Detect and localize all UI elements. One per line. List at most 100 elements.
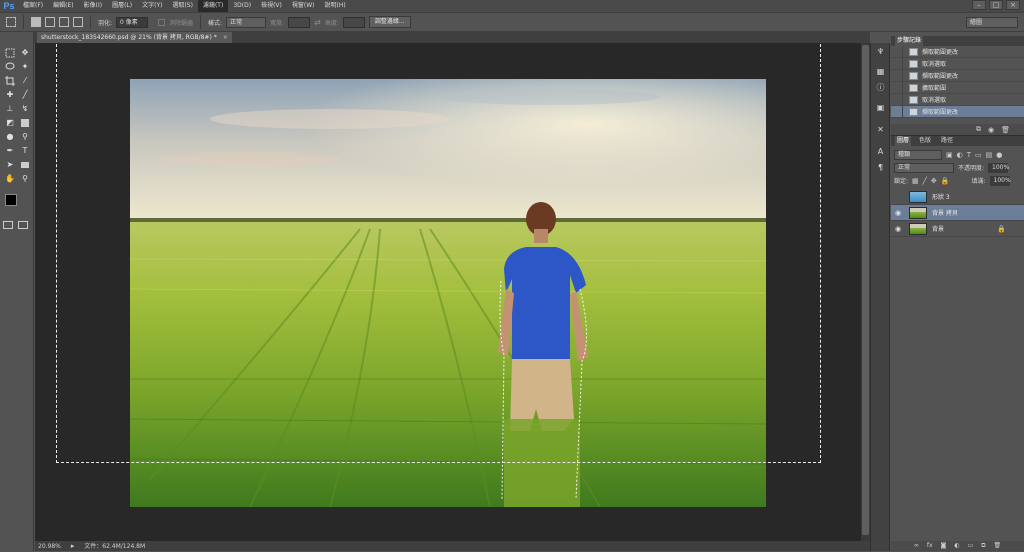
- filter-adjust-icon[interactable]: ◐: [957, 151, 963, 159]
- close-button[interactable]: ×: [1006, 0, 1020, 10]
- maximize-button[interactable]: □: [989, 0, 1003, 10]
- history-brush-icon[interactable]: ↯: [18, 103, 32, 114]
- quick-mask-icon[interactable]: [3, 221, 13, 229]
- lock-all-icon[interactable]: 🔒: [941, 177, 950, 185]
- filter-toggle-icon[interactable]: ●: [996, 151, 1002, 159]
- history-source-checkbox[interactable]: [891, 105, 903, 118]
- feather-input[interactable]: 0 像素: [116, 16, 149, 28]
- vertical-scrollbar[interactable]: [861, 43, 870, 541]
- document-tab[interactable]: shutterstock_183542660.psd @ 21% (背景 拷貝,…: [37, 32, 232, 43]
- brush-tool-icon[interactable]: ╱: [18, 89, 32, 100]
- marquee-preset-icon[interactable]: [6, 17, 16, 27]
- tools-presets-icon[interactable]: ✕: [875, 125, 886, 135]
- adjustment-icon[interactable]: ◐: [954, 541, 959, 551]
- menu-item[interactable]: 圖層(L): [107, 0, 137, 12]
- history-item[interactable]: 取消選取: [891, 57, 1024, 70]
- zoom-level[interactable]: 20.98%: [38, 543, 61, 550]
- menu-item[interactable]: 選取(S): [167, 0, 198, 12]
- layer-name[interactable]: 背景 拷貝: [932, 208, 958, 217]
- history-source-checkbox[interactable]: [891, 93, 903, 106]
- history-item[interactable]: 取消選取: [891, 93, 1024, 106]
- lasso-tool-icon[interactable]: [3, 61, 17, 72]
- layer-row[interactable]: 形狀 3: [891, 189, 1024, 205]
- visibility-eye-icon[interactable]: ◉: [891, 225, 905, 233]
- eraser-tool-icon[interactable]: ◩: [3, 117, 17, 128]
- layer-name[interactable]: 背景: [932, 224, 944, 233]
- layer-row[interactable]: ◉ 背景 拷貝: [891, 205, 1024, 221]
- link-icon[interactable]: ∞: [914, 541, 919, 551]
- antialias-checkbox[interactable]: [158, 18, 166, 26]
- menu-item[interactable]: 說明(H): [320, 0, 351, 12]
- gradient-tool-icon[interactable]: [18, 117, 32, 128]
- filter-smart-icon[interactable]: ▤: [986, 151, 993, 159]
- close-tab-icon[interactable]: ×: [223, 34, 228, 41]
- eyedropper-icon[interactable]: ⁄: [18, 75, 32, 86]
- filter-kind-select[interactable]: 種類: [894, 149, 942, 160]
- new-layer-icon[interactable]: ⧉: [981, 541, 985, 551]
- status-arrow-icon[interactable]: ▸: [71, 542, 75, 550]
- opacity-input[interactable]: 100%: [988, 162, 1009, 173]
- brush-presets-icon[interactable]: ♆: [875, 47, 886, 57]
- screen-mode-icon[interactable]: [18, 221, 28, 229]
- magic-wand-icon[interactable]: ✦: [18, 61, 32, 72]
- path-selection-icon[interactable]: ➤: [3, 159, 17, 170]
- clone-stamp-icon[interactable]: ⊥: [3, 103, 17, 114]
- shape-tool-icon[interactable]: [18, 159, 32, 170]
- intersect-selection-icon[interactable]: [73, 17, 83, 27]
- menu-item[interactable]: 視窗(W): [287, 0, 320, 12]
- filter-type-icon[interactable]: T: [967, 151, 971, 159]
- menu-item[interactable]: 影像(I): [79, 0, 107, 12]
- folder-icon[interactable]: ▭: [968, 541, 974, 551]
- trash-icon[interactable]: 🗑: [1001, 126, 1010, 134]
- blur-tool-icon[interactable]: ●: [3, 131, 17, 142]
- scrollbar-thumb[interactable]: [862, 45, 869, 535]
- new-selection-icon[interactable]: [31, 17, 41, 27]
- style-select[interactable]: 正常: [226, 16, 267, 28]
- paragraph-icon[interactable]: ¶: [875, 163, 886, 173]
- filter-shape-icon[interactable]: ▭: [975, 151, 982, 159]
- info-icon[interactable]: ⓘ: [875, 83, 886, 93]
- tab-history[interactable]: 步驟記錄: [895, 36, 924, 46]
- history-source-checkbox[interactable]: [891, 57, 903, 70]
- history-source-checkbox[interactable]: [891, 69, 903, 82]
- character-icon[interactable]: A: [875, 147, 886, 157]
- history-source-checkbox[interactable]: [891, 45, 903, 58]
- swatches-icon[interactable]: ▦: [875, 67, 886, 77]
- trash-icon[interactable]: 🗑: [994, 541, 1002, 551]
- type-tool-icon[interactable]: T: [18, 145, 32, 156]
- history-item[interactable]: 擷取範圍更改: [891, 69, 1024, 82]
- add-selection-icon[interactable]: [45, 17, 55, 27]
- marquee-tool-icon[interactable]: [3, 47, 17, 58]
- navigator-icon[interactable]: ▣: [875, 103, 886, 113]
- canvas-area[interactable]: [35, 43, 861, 541]
- swap-icon[interactable]: ⇄: [314, 18, 321, 27]
- width-input[interactable]: [288, 16, 311, 28]
- move-tool-icon[interactable]: ✥: [18, 47, 32, 58]
- menu-item[interactable]: 3D(D): [228, 0, 256, 12]
- history-item[interactable]: 擴取範圍: [891, 81, 1024, 94]
- visibility-eye-icon[interactable]: ◉: [891, 209, 905, 217]
- menu-item[interactable]: 文字(Y): [137, 0, 167, 12]
- refine-edge-button[interactable]: 調整邊緣...: [368, 16, 411, 28]
- history-item[interactable]: 擷取範圍更改: [891, 45, 1024, 58]
- history-item[interactable]: 擷取範圍更改: [891, 105, 1024, 118]
- mask-icon[interactable]: ◙: [941, 541, 947, 551]
- blend-mode-select[interactable]: 正常: [894, 162, 954, 173]
- fx-icon[interactable]: fx: [927, 541, 933, 551]
- lock-position-icon[interactable]: ✥: [931, 177, 937, 185]
- fill-input[interactable]: 100%: [989, 175, 1011, 186]
- filter-image-icon[interactable]: ▣: [946, 151, 953, 159]
- new-document-icon[interactable]: ⧉: [976, 125, 981, 134]
- zoom-tool-icon[interactable]: ⚲: [18, 173, 32, 184]
- menu-item[interactable]: 檢視(V): [256, 0, 287, 12]
- history-source-checkbox[interactable]: [891, 81, 903, 94]
- tab-channels[interactable]: 色版: [917, 136, 933, 146]
- hand-tool-icon[interactable]: ✋: [3, 173, 17, 184]
- tab-paths[interactable]: 路徑: [939, 136, 955, 146]
- menu-item[interactable]: 編輯(E): [48, 0, 78, 12]
- healing-brush-icon[interactable]: ✚: [3, 89, 17, 100]
- crop-tool-icon[interactable]: [3, 75, 17, 86]
- height-input[interactable]: [342, 16, 365, 28]
- lock-transparent-icon[interactable]: ▦: [912, 177, 919, 185]
- snapshot-icon[interactable]: ◉: [988, 126, 994, 134]
